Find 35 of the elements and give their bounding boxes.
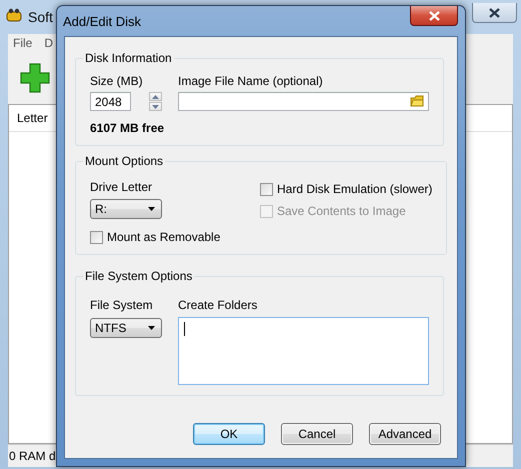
add-icon[interactable] [20, 63, 50, 93]
close-button[interactable] [410, 6, 458, 26]
close-icon [489, 8, 500, 18]
field-label: Image File Name (optional) [178, 74, 324, 88]
checkbox[interactable]: Hard Disk Emulation (slower) [260, 182, 432, 196]
menu-item[interactable]: File [13, 36, 32, 50]
close-button[interactable] [472, 3, 517, 23]
free-space-text: 6107 MB free [90, 121, 162, 135]
field-label: Create Folders [178, 298, 258, 312]
size-field[interactable]: 2048 [90, 92, 131, 111]
column-header[interactable]: Letter [17, 111, 48, 125]
dialog-button[interactable]: Cancel [281, 423, 353, 445]
field-label: File System [90, 298, 154, 312]
group-title: Mount Options [84, 154, 164, 168]
group-title: File System Options [84, 269, 194, 283]
dialog-button[interactable]: OK [193, 423, 265, 445]
app-logo-icon [6, 8, 22, 22]
menu-item[interactable]: D [44, 36, 54, 50]
dropdown-arrow-icon [148, 326, 155, 330]
image-file-field[interactable] [178, 92, 429, 111]
field-label: Drive Letter [90, 180, 154, 194]
file-system-dropdown[interactable]: NTFS [90, 318, 162, 338]
create-folders-field[interactable] [178, 317, 429, 385]
drive-letter-dropdown[interactable]: R: [90, 199, 162, 219]
checkbox[interactable]: Mount as Removable [90, 230, 220, 244]
spinner[interactable] [149, 92, 162, 111]
group-title: Disk Information [84, 51, 173, 65]
close-icon [428, 10, 440, 20]
folder-icon[interactable] [410, 95, 424, 108]
field-label: Size (MB) [90, 74, 144, 88]
status-text: 0 RAM d [9, 449, 56, 463]
dropdown-arrow-icon [148, 207, 155, 211]
window-title: Soft [28, 9, 53, 25]
dialog-title: Add/Edit Disk [63, 14, 142, 28]
dialog-button[interactable]: Advanced [369, 423, 441, 445]
